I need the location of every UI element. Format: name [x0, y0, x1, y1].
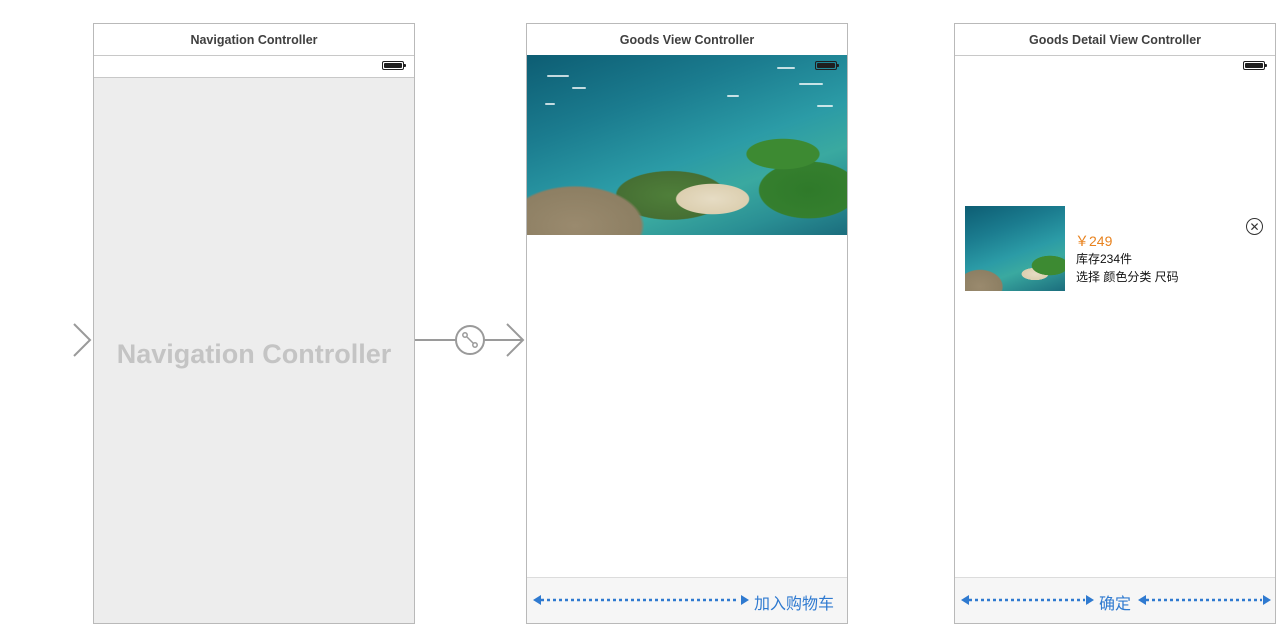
navigation-controller-scene[interactable]: Navigation Controller Navigation Control… — [93, 23, 415, 624]
scene-title: Goods Detail View Controller — [955, 24, 1275, 56]
scene-title: Goods View Controller — [527, 24, 847, 56]
constraint-arrow-icon — [533, 595, 749, 605]
relationship-segue-link-icon[interactable] — [415, 323, 525, 357]
battery-icon — [382, 61, 406, 70]
battery-icon — [815, 61, 839, 70]
close-icon[interactable]: ✕ — [1246, 218, 1263, 235]
options-label: 选择 颜色分类 尺码 — [1076, 270, 1179, 284]
stock-label: 库存234件 — [1076, 252, 1133, 266]
add-to-cart-button[interactable]: 加入购物车 — [754, 590, 834, 614]
goods-detail-view-controller-scene[interactable]: Goods Detail View Controller ￥249 库存234件… — [954, 23, 1276, 624]
confirm-bar[interactable]: 确定 — [955, 577, 1275, 623]
navigation-controller-placeholder: Navigation Controller — [116, 339, 392, 369]
add-to-cart-bar[interactable]: 加入购物车 — [527, 577, 847, 623]
goods-image — [527, 55, 847, 235]
battery-icon — [1243, 61, 1267, 70]
price-label: ￥249 — [1075, 233, 1113, 249]
confirm-button[interactable]: 确定 — [1099, 590, 1131, 614]
entry-point-arrow-icon[interactable] — [0, 323, 92, 357]
goods-thumbnail — [965, 206, 1065, 291]
goods-view-controller-scene[interactable]: Goods View Controller 加入购物车 — [526, 23, 848, 624]
scene-title: Navigation Controller — [94, 24, 414, 56]
